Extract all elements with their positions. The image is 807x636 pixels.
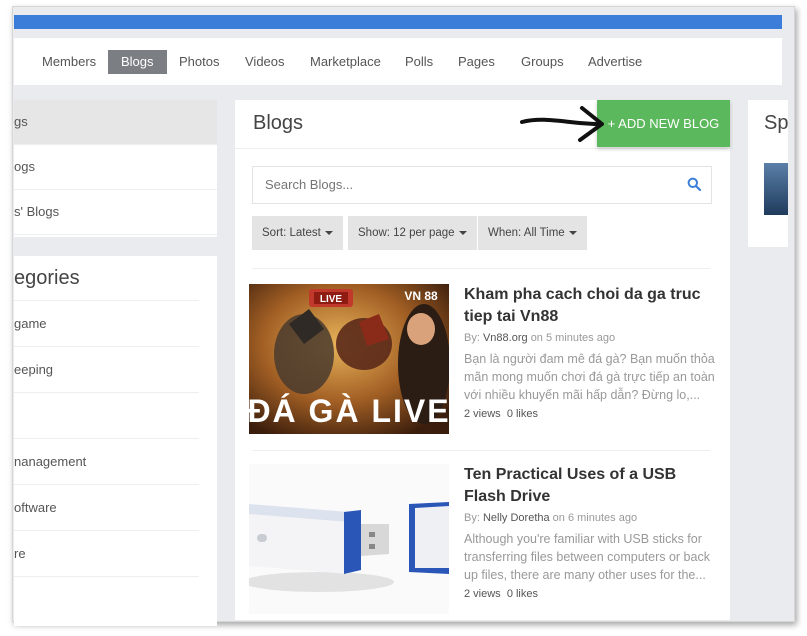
nav-marketplace[interactable]: Marketplace xyxy=(310,50,381,74)
when-dropdown[interactable]: When: All Time xyxy=(478,216,587,250)
post-title[interactable]: Kham pha cach choi da ga truc tiep tai V… xyxy=(464,284,704,328)
chevron-down-icon xyxy=(324,230,333,235)
search-box xyxy=(252,166,712,204)
right-sidebar: Sp xyxy=(748,100,788,247)
post-meta: By: Vn88.org on 5 minutes ago xyxy=(464,332,615,344)
search-input[interactable] xyxy=(263,176,667,193)
divider xyxy=(252,268,710,269)
categories-card: egories game eeping nanagement oftware r… xyxy=(14,256,217,626)
nav-blogs[interactable]: Blogs xyxy=(108,50,167,74)
likes-count: 0 likes xyxy=(506,408,538,420)
sidebar-item-my-blogs[interactable]: ogs xyxy=(14,145,217,190)
post-thumbnail[interactable] xyxy=(249,464,449,614)
post-title[interactable]: Ten Practical Uses of a USB Flash Drive xyxy=(464,464,704,508)
sort-label: Sort: Latest xyxy=(262,227,321,239)
cockfight-image: LIVE VN 88 ĐÁ GÀ LIVE xyxy=(249,284,449,434)
post-meta: By: Nelly Doretha on 6 minutes ago xyxy=(464,512,637,524)
by-label: By: xyxy=(464,512,480,524)
blog-menu-card: gs ogs s' Blogs xyxy=(14,100,217,237)
post-author-link[interactable]: Nelly Doretha xyxy=(483,512,550,524)
category-item[interactable]: game xyxy=(14,301,199,347)
sponsored-thumbnail[interactable] xyxy=(764,163,788,215)
nav-advertise[interactable]: Advertise xyxy=(588,50,642,74)
category-item[interactable]: re xyxy=(14,531,199,577)
when-label: When: All Time xyxy=(488,227,565,239)
divider xyxy=(252,450,710,451)
post-excerpt: Bạn là người đam mê đá gà? Bạn muốn thỏa… xyxy=(464,352,715,402)
brand-logo: VN 88 xyxy=(404,289,438,303)
views-count: 2 views xyxy=(464,408,501,420)
top-bar xyxy=(14,15,782,29)
likes-count: 0 likes xyxy=(506,588,538,600)
chevron-down-icon xyxy=(568,230,577,235)
divider xyxy=(235,148,730,149)
post-excerpt: Although you're familiar with USB sticks… xyxy=(464,532,710,582)
sidebar-item-friends-blogs[interactable]: s' Blogs xyxy=(14,190,217,235)
chevron-down-icon xyxy=(458,230,467,235)
post-time: on 6 minutes ago xyxy=(552,512,638,524)
main-nav: Members Blogs Photos Videos Marketplace … xyxy=(14,38,782,85)
nav-groups[interactable]: Groups xyxy=(521,50,564,74)
sponsored-title: Sp xyxy=(764,112,789,134)
add-new-blog-button[interactable]: + ADD NEW BLOG xyxy=(597,100,730,147)
show-label: Show: 12 per page xyxy=(358,227,455,239)
show-dropdown[interactable]: Show: 12 per page xyxy=(348,216,477,250)
post-time: on 5 minutes ago xyxy=(530,332,616,344)
nav-members[interactable]: Members xyxy=(42,50,96,74)
nav-videos[interactable]: Videos xyxy=(245,50,285,74)
post-author-link[interactable]: Vn88.org xyxy=(483,332,528,344)
live-badge: LIVE xyxy=(320,294,343,305)
nav-photos[interactable]: Photos xyxy=(179,50,219,74)
post-stats: 2 views 0 likes xyxy=(464,588,538,600)
search-icon[interactable] xyxy=(687,177,701,191)
sort-dropdown[interactable]: Sort: Latest xyxy=(252,216,343,250)
category-item[interactable] xyxy=(14,393,199,439)
blog-post-item: LIVE VN 88 ĐÁ GÀ LIVE Kham pha cach choi… xyxy=(249,284,719,436)
blogs-panel: Blogs + ADD NEW BLOG Sort: Latest Show: … xyxy=(235,100,730,620)
category-item[interactable]: eeping xyxy=(14,347,199,393)
post-stats: 2 views 0 likes xyxy=(464,408,538,420)
views-count: 2 views xyxy=(464,588,501,600)
thumb-caption: ĐÁ GÀ LIVE xyxy=(249,393,449,429)
by-label: By: xyxy=(464,332,480,344)
categories-title: egories xyxy=(14,256,199,301)
page-title: Blogs xyxy=(253,112,304,134)
nav-polls[interactable]: Polls xyxy=(405,50,433,74)
sidebar-item-all-blogs[interactable]: gs xyxy=(14,100,217,145)
category-item[interactable]: oftware xyxy=(14,485,199,531)
arrow-annotation-icon xyxy=(520,106,604,142)
blog-post-item: Ten Practical Uses of a USB Flash Drive … xyxy=(249,464,719,616)
category-item[interactable]: nanagement xyxy=(14,439,199,485)
usb-drive-image xyxy=(249,464,449,614)
nav-pages[interactable]: Pages xyxy=(458,50,495,74)
post-thumbnail[interactable]: LIVE VN 88 ĐÁ GÀ LIVE xyxy=(249,284,449,434)
